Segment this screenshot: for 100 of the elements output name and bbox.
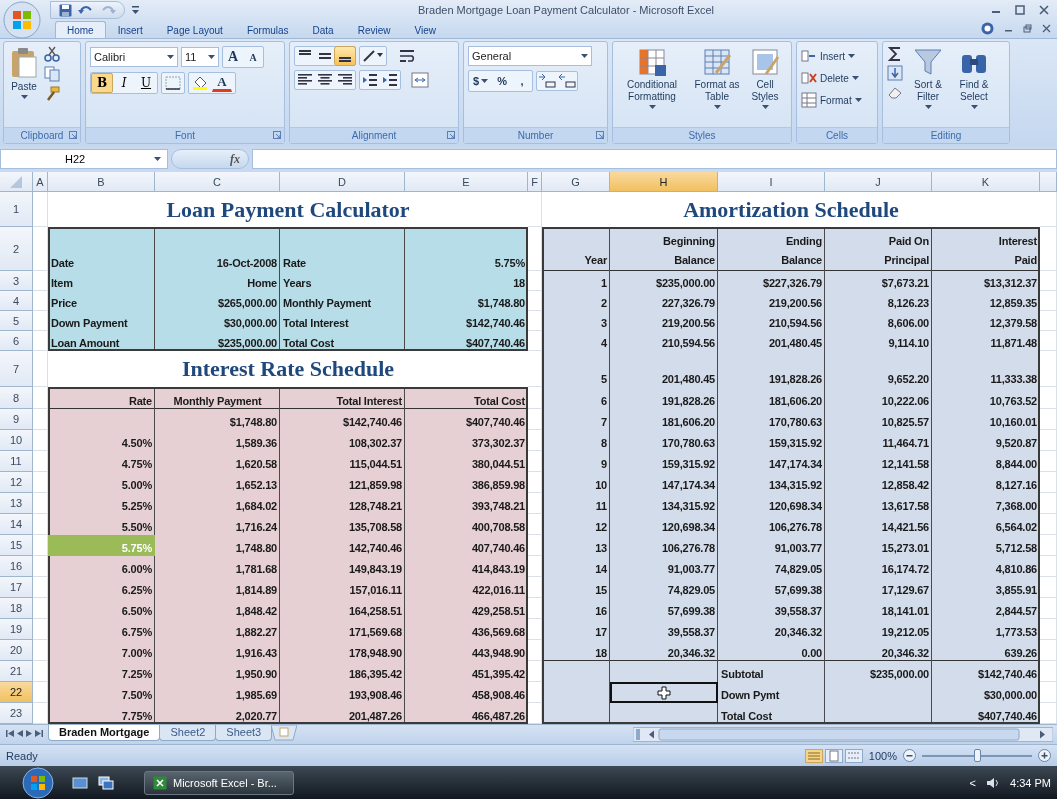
paste-button[interactable]: Paste — [8, 46, 40, 100]
zoom-in-icon[interactable] — [1038, 749, 1051, 762]
ribbon-tab[interactable]: Review — [345, 21, 403, 38]
sheet-tab[interactable]: Braden Mortgage — [48, 725, 161, 741]
dialog-launcher-icon[interactable] — [69, 131, 77, 139]
horizontal-scrollbar[interactable] — [633, 727, 1053, 742]
ribbon-tab[interactable]: Home — [55, 21, 106, 38]
percent-button[interactable]: % — [492, 71, 513, 91]
font-size-field[interactable]: 11 — [181, 47, 219, 67]
row-header[interactable]: 21 — [0, 661, 33, 682]
column-header[interactable]: G — [542, 172, 610, 192]
row-header[interactable]: 11 — [0, 451, 33, 472]
increase-indent-icon[interactable] — [380, 71, 400, 89]
show-hidden-icons-button[interactable]: < — [969, 776, 977, 789]
save-icon[interactable] — [59, 3, 72, 17]
row-header[interactable]: 12 — [0, 472, 33, 493]
dialog-launcher-icon[interactable] — [273, 131, 281, 139]
column-header[interactable]: A — [33, 172, 48, 192]
window-switch-icon[interactable] — [98, 775, 114, 790]
desktop-icon[interactable] — [72, 775, 88, 790]
align-bottom-icon[interactable] — [335, 47, 355, 65]
row-header[interactable]: 20 — [0, 640, 33, 661]
fill-down-icon[interactable] — [887, 65, 903, 81]
row-header[interactable]: 9 — [0, 409, 33, 430]
row-header[interactable]: 13 — [0, 493, 33, 514]
delete-button[interactable]: Delete — [801, 68, 862, 88]
sheet-tab[interactable]: Sheet2 — [159, 725, 217, 741]
font-name-field[interactable]: Calibri — [90, 47, 178, 67]
format-button[interactable]: Format — [801, 90, 862, 110]
ribbon-tab[interactable]: Page Layout — [154, 21, 235, 38]
row-header[interactable]: 4 — [0, 291, 33, 311]
cell-styles-button[interactable]: Cell Styles — [747, 46, 783, 110]
start-button-icon[interactable] — [22, 766, 54, 799]
grow-font-button[interactable]: A — [223, 47, 243, 67]
bold-button[interactable]: B — [91, 73, 113, 93]
name-box[interactable]: H22 — [0, 149, 168, 169]
row-header[interactable]: 8 — [0, 387, 33, 409]
find-select-button[interactable]: Find & Select — [953, 46, 995, 110]
row-header[interactable]: 22 — [0, 682, 33, 703]
row-header[interactable]: 19 — [0, 619, 33, 640]
decrease-decimal-icon[interactable] — [557, 72, 578, 90]
row-header[interactable]: 16 — [0, 556, 33, 577]
office-button-icon[interactable] — [3, 1, 41, 39]
column-header[interactable]: B — [48, 172, 155, 192]
underline-button[interactable]: U — [135, 73, 157, 93]
borders-icon[interactable] — [165, 76, 181, 90]
dialog-launcher-icon[interactable] — [596, 131, 604, 139]
row-header[interactable]: 23 — [0, 703, 33, 724]
speaker-icon[interactable] — [986, 776, 1001, 789]
column-header[interactable]: H — [610, 172, 718, 192]
taskbar-button[interactable]: Microsoft Excel - Br... — [144, 770, 294, 795]
column-header[interactable]: E — [405, 172, 528, 192]
close-icon[interactable] — [1042, 24, 1051, 33]
previous-sheet-icon[interactable] — [17, 729, 23, 738]
column-header[interactable]: K — [932, 172, 1040, 192]
help-icon[interactable] — [981, 22, 994, 35]
row-header[interactable]: 7 — [0, 351, 33, 387]
conditional-formatting-button[interactable]: Conditional Formatting — [617, 46, 687, 110]
shrink-font-button[interactable]: A — [243, 47, 263, 67]
row-header[interactable]: 6 — [0, 331, 33, 351]
first-sheet-icon[interactable] — [6, 729, 14, 738]
column-header[interactable]: C — [155, 172, 280, 192]
column-header[interactable]: F — [528, 172, 542, 192]
sort-filter-button[interactable]: Sort & Filter — [907, 46, 949, 110]
sum-icon[interactable] — [887, 46, 903, 62]
ribbon-tab[interactable]: Insert — [105, 21, 155, 38]
row-header[interactable]: 3 — [0, 271, 33, 291]
scissors-icon[interactable] — [44, 46, 60, 62]
close-icon[interactable] — [1039, 5, 1049, 15]
row-header[interactable]: 15 — [0, 535, 33, 556]
format-as-table-button[interactable]: Format as Table — [691, 46, 743, 110]
number-format-field[interactable]: General — [468, 46, 592, 66]
last-sheet-icon[interactable] — [35, 729, 43, 738]
row-header[interactable]: 17 — [0, 577, 33, 598]
zoom-out-icon[interactable] — [903, 749, 916, 762]
active-cell[interactable] — [610, 682, 718, 703]
column-header[interactable]: I — [718, 172, 825, 192]
undo-icon[interactable] — [78, 4, 94, 16]
ribbon-tab[interactable]: Formulas — [234, 21, 301, 38]
row-header[interactable]: 14 — [0, 514, 33, 535]
next-sheet-icon[interactable] — [26, 729, 32, 738]
restore-icon[interactable] — [1023, 24, 1032, 33]
formula-input[interactable] — [252, 149, 1057, 169]
row-header[interactable]: 18 — [0, 598, 33, 619]
decrease-indent-icon[interactable] — [360, 71, 380, 89]
row-header[interactable]: 5 — [0, 311, 33, 331]
currency-button[interactable]: $ — [469, 71, 493, 91]
row-header[interactable]: 1 — [0, 192, 33, 227]
row-header[interactable]: 2 — [0, 227, 33, 271]
italic-button[interactable]: I — [113, 73, 135, 93]
column-header[interactable]: D — [280, 172, 405, 192]
format-painter-icon[interactable] — [44, 86, 60, 102]
merge-cells-icon[interactable] — [410, 71, 432, 89]
increase-decimal-icon[interactable] — [537, 72, 558, 90]
customize-icon[interactable] — [131, 5, 141, 15]
dialog-launcher-icon[interactable] — [447, 131, 455, 139]
maximize-icon[interactable] — [1015, 5, 1025, 15]
fill-color-icon[interactable] — [192, 76, 208, 90]
ribbon-tab[interactable]: Data — [300, 21, 346, 38]
zoom-slider-thumb[interactable] — [974, 749, 981, 762]
